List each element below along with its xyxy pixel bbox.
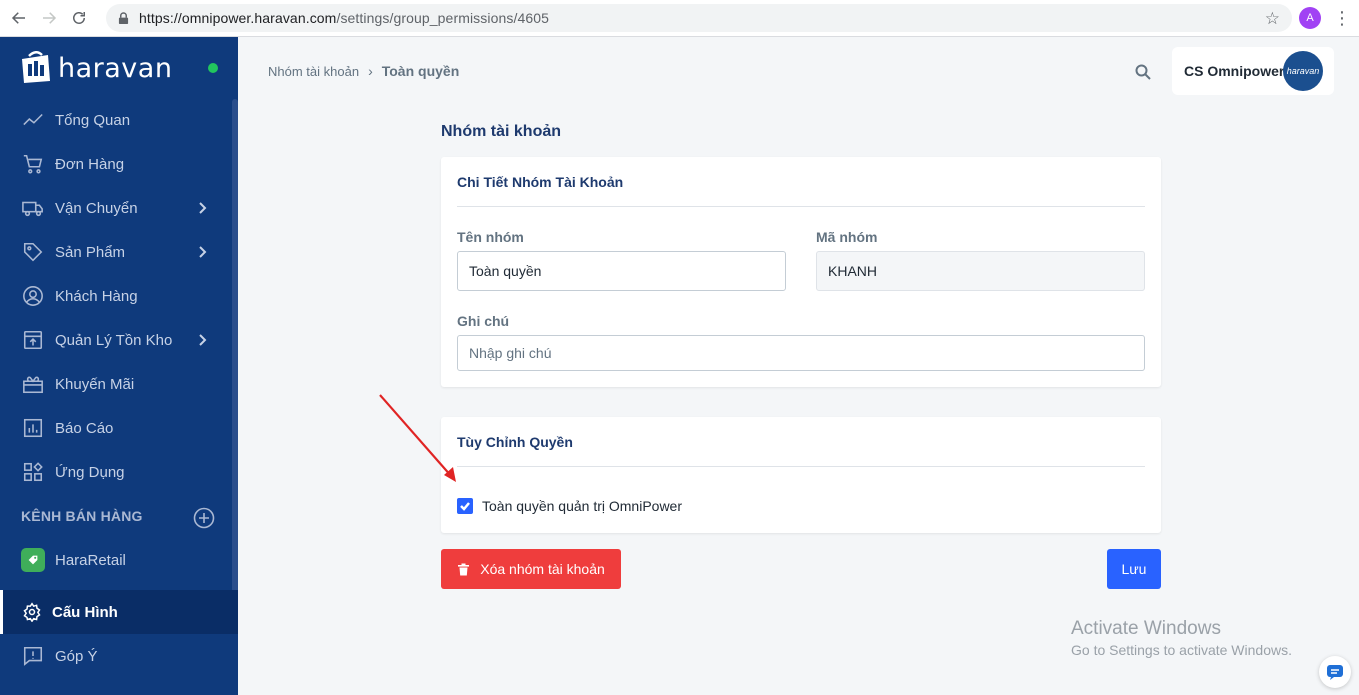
sidebar-item-apps[interactable]: Ứng Dụng: [0, 450, 232, 494]
group-code-input: KHANH: [816, 251, 1145, 291]
breadcrumb-current: Toàn quyền: [381, 63, 460, 79]
delete-group-button[interactable]: Xóa nhóm tài khoản: [441, 549, 621, 589]
sales-channels-title: KÊNH BÁN HÀNG: [21, 508, 143, 524]
bookmark-star-icon[interactable]: ☆: [1265, 9, 1280, 29]
delete-button-label: Xóa nhóm tài khoản: [480, 561, 605, 577]
chat-icon: [1327, 665, 1343, 680]
back-icon[interactable]: [4, 3, 34, 33]
full-access-option[interactable]: Toàn quyền quản trị OmniPower: [457, 498, 682, 514]
sidebar-item-hararetail[interactable]: HaraRetail: [0, 538, 232, 582]
sidebar-item-label: HaraRetail: [55, 551, 126, 569]
truck-icon: [22, 197, 44, 219]
sidebar-item-promotions[interactable]: Khuyến Mãi: [0, 362, 232, 406]
trend-icon: [22, 109, 44, 131]
sidebar-item-label: Báo Cáo: [55, 419, 114, 437]
sidebar-item-orders[interactable]: Đơn Hàng: [0, 142, 232, 186]
sidebar-item-feedback[interactable]: Góp Ý: [0, 634, 232, 678]
gear-icon: [22, 602, 42, 623]
watermark-line2: Go to Settings to activate Windows.: [1071, 642, 1292, 658]
annotation-arrow-icon: [379, 394, 456, 482]
card-title: Chi Tiết Nhóm Tài Khoản: [457, 174, 624, 190]
chevron-right-icon: ›: [368, 63, 373, 79]
group-name-value: Toàn quyền: [469, 263, 542, 279]
note-label: Ghi chú: [457, 313, 510, 329]
sidebar-item-settings[interactable]: Cấu Hình: [0, 590, 238, 634]
sidebar-item-reports[interactable]: Báo Cáo: [0, 406, 232, 450]
full-access-label: Toàn quyền quản trị OmniPower: [482, 498, 682, 514]
address-bar[interactable]: https://omnipower.haravan.com/settings/g…: [106, 4, 1292, 32]
sidebar-item-label: Khách Hàng: [55, 287, 138, 305]
account-name: CS Omnipower: [1184, 63, 1285, 79]
sidebar-item-label: Tổng Quan: [55, 111, 131, 129]
sidebar-item-label: Khuyến Mãi: [55, 375, 135, 393]
brand-name: haravan: [58, 52, 173, 84]
sidebar-item-label: Ứng Dụng: [55, 463, 125, 481]
page-title: Nhóm tài khoản: [441, 123, 562, 140]
breadcrumb: Nhóm tài khoản › Toàn quyền: [268, 63, 459, 79]
apps-icon: [22, 461, 44, 483]
avatar: haravan: [1283, 51, 1323, 91]
online-status-dot: [208, 63, 218, 73]
sidebar-item-label: Vận Chuyển: [55, 199, 138, 217]
hararetail-icon: [21, 548, 45, 572]
card-title: Tùy Chỉnh Quyền: [457, 434, 573, 450]
sidebar: haravan Tổng Quan Đơn Hàng Vận Chuyển Sả…: [0, 37, 238, 695]
reload-icon[interactable]: [64, 3, 94, 33]
add-channel-icon[interactable]: [193, 507, 215, 529]
sidebar-item-label: Sản Phẩm: [55, 243, 126, 261]
cart-icon: [22, 153, 44, 175]
group-code-value: KHANH: [828, 263, 878, 279]
gift-icon: [22, 373, 44, 395]
chevron-right-icon: [194, 200, 210, 216]
group-name-label: Tên nhóm: [457, 229, 524, 245]
warehouse-icon: [22, 329, 44, 351]
full-access-checkbox[interactable]: [457, 498, 473, 514]
breadcrumb-parent-link[interactable]: Nhóm tài khoản: [268, 64, 359, 79]
chevron-right-icon: [194, 332, 210, 348]
user-circle-icon: [22, 285, 44, 307]
watermark-line1: Activate Windows: [1071, 618, 1221, 639]
group-name-input[interactable]: Toàn quyền: [457, 251, 786, 291]
chevron-right-icon: [194, 244, 210, 260]
sidebar-item-label: Góp Ý: [55, 647, 98, 665]
haravan-logo-icon: [22, 51, 50, 83]
note-placeholder: Nhập ghi chú: [469, 345, 552, 361]
sidebar-item-shipping[interactable]: Vận Chuyển: [0, 186, 232, 230]
divider: [457, 466, 1145, 467]
feedback-icon: [22, 645, 44, 667]
account-menu[interactable]: CS Omnipower haravan: [1172, 47, 1334, 95]
chat-support-button[interactable]: [1319, 656, 1351, 688]
tag-icon: [22, 241, 44, 263]
windows-activation-watermark: Activate Windows Go to Settings to activ…: [1071, 618, 1292, 658]
sidebar-item-label: Đơn Hàng: [55, 155, 125, 173]
sidebar-item-inventory[interactable]: Quản Lý Tồn Kho: [0, 318, 232, 362]
menu-kebab-icon[interactable]: ⋮: [1333, 8, 1351, 28]
sidebar-item-label: Quản Lý Tồn Kho: [55, 331, 173, 349]
profile-avatar[interactable]: A: [1299, 7, 1321, 29]
search-icon[interactable]: [1135, 64, 1151, 80]
lock-icon: [118, 11, 130, 25]
save-button[interactable]: Lưu: [1107, 549, 1161, 589]
url-text: https://omnipower.haravan.com/settings/g…: [139, 10, 549, 26]
sidebar-item-overview[interactable]: Tổng Quan: [0, 98, 232, 142]
trash-icon: [457, 563, 470, 576]
group-details-card: Chi Tiết Nhóm Tài Khoản Tên nhóm Toàn qu…: [441, 157, 1161, 387]
sidebar-item-label: Cấu Hình: [52, 603, 118, 621]
permissions-card: Tùy Chỉnh Quyền Toàn quyền quản trị Omni…: [441, 417, 1161, 533]
note-input[interactable]: Nhập ghi chú: [457, 335, 1145, 371]
divider: [457, 206, 1145, 207]
group-code-label: Mã nhóm: [816, 229, 878, 245]
forward-icon[interactable]: [34, 3, 64, 33]
sidebar-item-products[interactable]: Sản Phẩm: [0, 230, 232, 274]
brand-logo[interactable]: haravan: [18, 51, 172, 85]
checkmark-icon: [460, 502, 470, 511]
report-icon: [22, 417, 44, 439]
sidebar-scrollbar[interactable]: [232, 99, 238, 599]
browser-toolbar: https://omnipower.haravan.com/settings/g…: [0, 0, 1359, 37]
sidebar-item-customers[interactable]: Khách Hàng: [0, 274, 232, 318]
